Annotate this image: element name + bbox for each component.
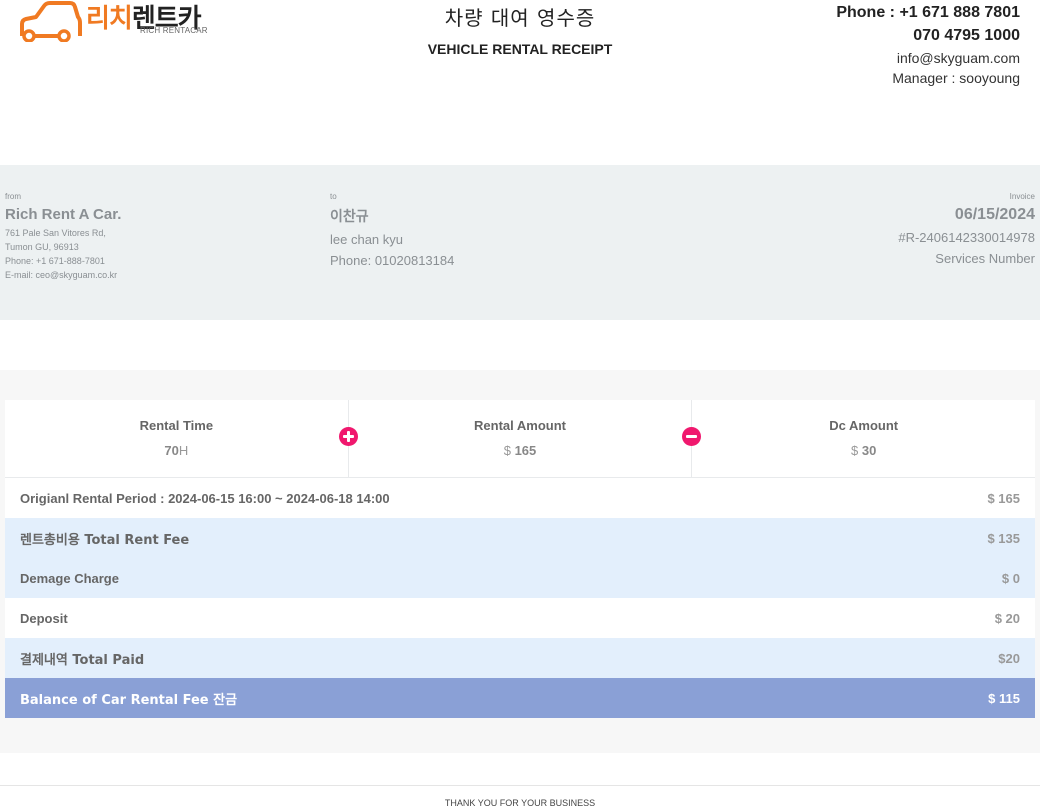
row-amount: $ 165	[987, 490, 1020, 506]
footer-message: THANK YOU FOR YOUR BUSINESS	[444, 798, 596, 808]
plus-circle-icon	[338, 427, 358, 446]
receipt-header: 리치렌트카 RICH RENTACAR 차량 대여 영수증 VEHICLE RE…	[0, 0, 1040, 120]
to-block: to 이찬규 lee chan kyu Phone: 01020813184	[330, 192, 454, 268]
table-row: 결제내역 Total Paid $20	[5, 638, 1035, 678]
company-contact: Phone : +1 671 888 7801 070 4795 1000 in…	[836, 4, 1020, 86]
rental-amount-value: $ 165	[503, 443, 537, 458]
rental-time-label: Rental Time	[139, 418, 214, 433]
row-amount: $ 135	[987, 530, 1020, 546]
rental-summary: Rental Time 70H Rental Amount $ 165 Dc A…	[0, 370, 1040, 753]
receipt-title: 차량 대여 영수증 VEHICLE RENTAL RECEIPT	[320, 2, 720, 57]
row-label: 렌트총비용 Total Rent Fee	[20, 532, 190, 548]
brand-name-english: RICH RENTACAR	[140, 26, 208, 35]
from-phone: Phone: +1 671-888-7801	[5, 256, 105, 266]
row-label: Origianl Rental Period : 2024-06-15 16:0…	[20, 490, 390, 506]
contact-phone-secondary: 070 4795 1000	[913, 27, 1020, 44]
row-label: Deposit	[20, 610, 68, 626]
from-address-line2: Tumon GU, 96913	[5, 242, 79, 252]
dc-amount-value: $ 30	[851, 443, 877, 458]
row-amount: $ 0	[1001, 570, 1020, 586]
from-block: from Rich Rent A Car. 761 Pale San Vitor…	[5, 192, 121, 281]
rental-time-value: 70H	[164, 443, 189, 458]
table-row: Deposit $ 20	[5, 598, 1035, 638]
from-address-line1: 761 Pale San Vitores Rd,	[5, 228, 106, 238]
invoice-label: Invoice	[1009, 192, 1035, 201]
row-label: Demage Charge	[20, 570, 119, 586]
footer-divider	[0, 785, 1040, 786]
dc-amount-card: Dc Amount $ 30	[682, 400, 1035, 477]
table-row: Demage Charge $ 0	[5, 558, 1035, 598]
summary-cards: Rental Time 70H Rental Amount $ 165 Dc A…	[5, 400, 1035, 478]
row-label: Balance of Car Rental Fee 잔금	[20, 692, 238, 708]
contact-manager: Manager : sooyoung	[892, 70, 1020, 86]
parties-info: from Rich Rent A Car. 761 Pale San Vitor…	[0, 165, 1040, 320]
from-company-name: Rich Rent A Car.	[5, 206, 122, 223]
title-english: VEHICLE RENTAL RECEIPT	[427, 41, 613, 57]
contact-phone: Phone : +1 671 888 7801	[836, 4, 1020, 21]
from-label: from	[5, 192, 21, 201]
to-label: to	[330, 192, 337, 201]
customer-name-english: lee chan kyu	[330, 232, 403, 247]
row-amount: $20	[998, 650, 1020, 666]
balance-row: Balance of Car Rental Fee 잔금 $ 115	[5, 678, 1035, 718]
services-number-label: Services Number	[935, 251, 1035, 266]
customer-name-korean: 이찬규	[330, 209, 369, 225]
row-label: 결제내역 Total Paid	[20, 652, 145, 668]
rental-amount-label: Rental Amount	[474, 418, 566, 433]
customer-phone: Phone: 01020813184	[330, 253, 455, 268]
table-row: 렌트총비용 Total Rent Fee $ 135	[5, 518, 1035, 558]
contact-email: info@skyguam.com	[896, 50, 1020, 66]
invoice-block: Invoice 06/15/2024 #R-2406142330014978 S…	[898, 192, 1035, 266]
title-korean: 차량 대여 영수증	[444, 6, 596, 30]
row-amount: $ 20	[994, 610, 1020, 626]
car-logo-icon	[20, 1, 82, 42]
from-email: E-mail: ceo@skyguam.co.kr	[5, 270, 118, 280]
brand-logo: 리치렌트카 RICH RENTACAR	[18, 0, 228, 44]
fee-breakdown: Origianl Rental Period : 2024-06-15 16:0…	[5, 478, 1035, 718]
rental-amount-card: Rental Amount $ 165	[338, 400, 692, 477]
row-amount: $ 115	[988, 690, 1020, 706]
invoice-number: #R-2406142330014978	[898, 230, 1035, 245]
table-row: Origianl Rental Period : 2024-06-15 16:0…	[5, 478, 1035, 518]
invoice-date: 06/15/2024	[954, 206, 1035, 223]
rental-time-card: Rental Time 70H	[5, 400, 348, 477]
dc-amount-label: Dc Amount	[829, 418, 899, 433]
